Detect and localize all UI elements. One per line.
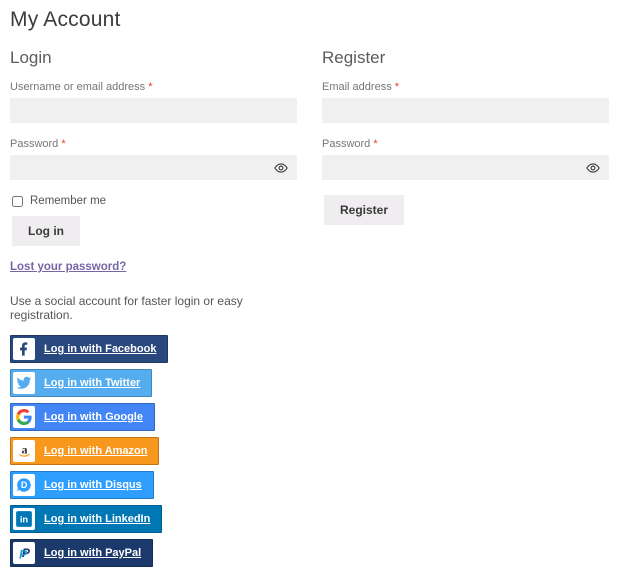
required-asterisk: * (61, 138, 65, 150)
required-asterisk: * (373, 138, 377, 150)
register-password-label: Password * (322, 138, 609, 150)
username-label: Username or email address * (10, 81, 297, 93)
facebook-icon (13, 338, 35, 360)
social-login-label: Log in with PayPal (35, 547, 150, 559)
register-section: Register Email address * Password * Regi… (322, 42, 609, 225)
disqus-icon: D (13, 474, 35, 496)
google-icon (13, 406, 35, 428)
linkedin-icon: in (13, 508, 35, 530)
lost-password-link[interactable]: Lost your password? (10, 261, 126, 273)
social-login-button-amazon[interactable]: a Log in with Amazon (10, 437, 159, 465)
email-label: Email address * (322, 81, 609, 93)
social-login-label: Log in with Twitter (35, 377, 149, 389)
email-input[interactable] (322, 98, 609, 123)
social-login-button-twitter[interactable]: Log in with Twitter (10, 369, 152, 397)
login-section: Login Username or email address * Passwo… (10, 42, 297, 573)
login-password-label: Password * (10, 138, 297, 150)
social-login-button-google[interactable]: Log in with Google (10, 403, 155, 431)
social-login-label: Log in with Google (35, 411, 152, 423)
eye-icon (274, 161, 288, 175)
login-button[interactable]: Log in (12, 216, 80, 246)
eye-icon (586, 161, 600, 175)
social-login-button-linkedin[interactable]: in Log in with LinkedIn (10, 505, 162, 533)
social-login-label: Log in with Amazon (35, 445, 156, 457)
register-heading: Register (322, 48, 609, 68)
remember-me-label: Remember me (30, 195, 106, 207)
login-heading: Login (10, 48, 297, 68)
amazon-icon: a (13, 440, 35, 462)
register-password-input[interactable] (322, 155, 609, 180)
social-login-label: Log in with Facebook (35, 343, 165, 355)
password-visibility-toggle[interactable] (586, 161, 600, 175)
twitter-icon (13, 372, 35, 394)
svg-text:P: P (19, 547, 28, 561)
remember-me-checkbox[interactable] (12, 196, 23, 207)
social-buttons: Log in with Facebook Log in with Twitter L… (10, 335, 284, 573)
my-account-page: My Account Login Username or email addre… (0, 0, 620, 579)
username-input[interactable] (10, 98, 297, 123)
svg-text:a: a (21, 443, 27, 457)
paypal-icon: PP (13, 542, 35, 564)
social-login-label: Log in with LinkedIn (35, 513, 159, 525)
svg-text:in: in (20, 515, 29, 525)
social-login-button-paypal[interactable]: PPLog in with PayPal (10, 539, 153, 567)
password-visibility-toggle[interactable] (274, 161, 288, 175)
login-password-input[interactable] (10, 155, 297, 180)
social-intro-text: Use a social account for faster login or… (10, 294, 297, 322)
register-button[interactable]: Register (324, 195, 404, 225)
required-asterisk: * (395, 81, 399, 93)
remember-me-row: Remember me (10, 195, 297, 207)
social-login-button-facebook[interactable]: Log in with Facebook (10, 335, 168, 363)
page-title: My Account (10, 8, 610, 32)
svg-text:D: D (21, 480, 28, 490)
social-login-button-disqus[interactable]: D Log in with Disqus (10, 471, 154, 499)
required-asterisk: * (148, 81, 152, 93)
social-login-label: Log in with Disqus (35, 479, 151, 491)
